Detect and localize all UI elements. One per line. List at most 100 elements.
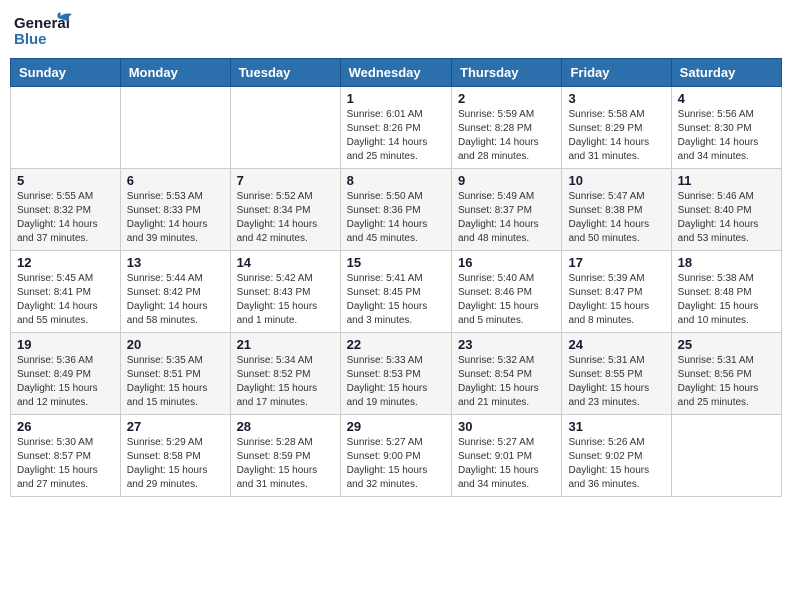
calendar-cell: 24 Sunrise: 5:31 AM Sunset: 8:55 PM Dayli… xyxy=(562,333,671,415)
logo: General Blue xyxy=(14,10,74,50)
day-number: 9 xyxy=(458,173,555,188)
day-info: Sunrise: 5:31 AM Sunset: 8:55 PM Dayligh… xyxy=(568,354,664,410)
day-info: Sunrise: 5:59 AM Sunset: 8:28 PM Dayligh… xyxy=(458,108,555,164)
calendar-cell xyxy=(230,87,340,169)
weekday-header-sunday: Sunday xyxy=(11,59,121,87)
calendar-cell: 9 Sunrise: 5:49 AM Sunset: 8:37 PM Daylig… xyxy=(452,169,562,251)
calendar-cell: 13Sunrise: 5:44 AM Sunset: 8:42 PM Dayli… xyxy=(120,251,230,333)
day-number: 17 xyxy=(568,255,664,270)
day-number: 18 xyxy=(678,255,775,270)
day-number: 11 xyxy=(678,173,775,188)
day-info: Sunrise: 5:27 AM Sunset: 9:01 PM Dayligh… xyxy=(458,436,555,492)
calendar-cell: 28 Sunrise: 5:28 AM Sunset: 8:59 PM Dayli… xyxy=(230,415,340,497)
day-number: 25 xyxy=(678,337,775,352)
day-info: Sunrise: 5:50 AM Sunset: 8:36 PM Dayligh… xyxy=(347,190,445,246)
day-number: 21 xyxy=(237,337,334,352)
day-info: Sunrise: 5:58 AM Sunset: 8:29 PM Dayligh… xyxy=(568,108,664,164)
calendar-cell: 5 Sunrise: 5:55 AM Sunset: 8:32 PM Daylig… xyxy=(11,169,121,251)
day-number: 19 xyxy=(17,337,114,352)
day-info: Sunrise: 5:42 AM Sunset: 8:43 PM Dayligh… xyxy=(237,272,334,328)
calendar-cell: 3 Sunrise: 5:58 AM Sunset: 8:29 PM Daylig… xyxy=(562,87,671,169)
calendar-cell: 6Sunrise: 5:53 AM Sunset: 8:33 PM Daylig… xyxy=(120,169,230,251)
calendar-cell: 18 Sunrise: 5:38 AM Sunset: 8:48 PM Dayli… xyxy=(671,251,781,333)
calendar-cell: 15 Sunrise: 5:41 AM Sunset: 8:45 PM Dayli… xyxy=(340,251,451,333)
day-number: 16 xyxy=(458,255,555,270)
calendar-cell: 4 Sunrise: 5:56 AM Sunset: 8:30 PM Daylig… xyxy=(671,87,781,169)
calendar-table: SundayMondayTuesdayWednesdayThursdayFrid… xyxy=(10,58,782,497)
day-info: Sunrise: 5:33 AM Sunset: 8:53 PM Dayligh… xyxy=(347,354,445,410)
calendar-cell: 22 Sunrise: 5:33 AM Sunset: 8:53 PM Dayli… xyxy=(340,333,451,415)
day-number: 24 xyxy=(568,337,664,352)
weekday-header-wednesday: Wednesday xyxy=(340,59,451,87)
day-number: 15 xyxy=(347,255,445,270)
day-number: 5 xyxy=(17,173,114,188)
logo-icon: General Blue xyxy=(14,10,74,50)
day-info: Sunrise: 5:34 AM Sunset: 8:52 PM Dayligh… xyxy=(237,354,334,410)
day-number: 7 xyxy=(237,173,334,188)
day-info: Sunrise: 5:44 AM Sunset: 8:42 PM Dayligh… xyxy=(127,272,224,328)
calendar-cell: 27 Sunrise: 5:29 AM Sunset: 8:58 PM Dayli… xyxy=(120,415,230,497)
day-info: Sunrise: 5:46 AM Sunset: 8:40 PM Dayligh… xyxy=(678,190,775,246)
day-info: Sunrise: 5:45 AM Sunset: 8:41 PM Dayligh… xyxy=(17,272,114,328)
day-number: 14 xyxy=(237,255,334,270)
day-info: Sunrise: 5:53 AM Sunset: 8:33 PM Dayligh… xyxy=(127,190,224,246)
day-number: 29 xyxy=(347,419,445,434)
day-info: Sunrise: 5:39 AM Sunset: 8:47 PM Dayligh… xyxy=(568,272,664,328)
calendar-week-3: 12 Sunrise: 5:45 AM Sunset: 8:41 PM Dayli… xyxy=(11,251,782,333)
calendar-week-1: 1 Sunrise: 6:01 AM Sunset: 8:26 PM Daylig… xyxy=(11,87,782,169)
calendar-cell: 23Sunrise: 5:32 AM Sunset: 8:54 PM Dayli… xyxy=(452,333,562,415)
calendar-cell: 11 Sunrise: 5:46 AM Sunset: 8:40 PM Dayli… xyxy=(671,169,781,251)
calendar-cell: 19 Sunrise: 5:36 AM Sunset: 8:49 PM Dayli… xyxy=(11,333,121,415)
day-info: Sunrise: 5:36 AM Sunset: 8:49 PM Dayligh… xyxy=(17,354,114,410)
page-header: General Blue xyxy=(10,10,782,50)
calendar-cell: 14 Sunrise: 5:42 AM Sunset: 8:43 PM Dayli… xyxy=(230,251,340,333)
day-number: 28 xyxy=(237,419,334,434)
day-info: Sunrise: 5:26 AM Sunset: 9:02 PM Dayligh… xyxy=(568,436,664,492)
calendar-cell: 26Sunrise: 5:30 AM Sunset: 8:57 PM Dayli… xyxy=(11,415,121,497)
day-number: 20 xyxy=(127,337,224,352)
day-number: 22 xyxy=(347,337,445,352)
day-info: Sunrise: 5:28 AM Sunset: 8:59 PM Dayligh… xyxy=(237,436,334,492)
weekday-header-monday: Monday xyxy=(120,59,230,87)
day-info: Sunrise: 6:01 AM Sunset: 8:26 PM Dayligh… xyxy=(347,108,445,164)
day-number: 4 xyxy=(678,91,775,106)
day-number: 31 xyxy=(568,419,664,434)
calendar-cell xyxy=(120,87,230,169)
day-info: Sunrise: 5:56 AM Sunset: 8:30 PM Dayligh… xyxy=(678,108,775,164)
weekday-header-friday: Friday xyxy=(562,59,671,87)
calendar-cell: 25 Sunrise: 5:31 AM Sunset: 8:56 PM Dayli… xyxy=(671,333,781,415)
day-number: 26 xyxy=(17,419,114,434)
calendar-cell: 2 Sunrise: 5:59 AM Sunset: 8:28 PM Daylig… xyxy=(452,87,562,169)
day-number: 10 xyxy=(568,173,664,188)
calendar-week-5: 26Sunrise: 5:30 AM Sunset: 8:57 PM Dayli… xyxy=(11,415,782,497)
day-number: 30 xyxy=(458,419,555,434)
day-number: 12 xyxy=(17,255,114,270)
day-info: Sunrise: 5:49 AM Sunset: 8:37 PM Dayligh… xyxy=(458,190,555,246)
calendar-cell: 1 Sunrise: 6:01 AM Sunset: 8:26 PM Daylig… xyxy=(340,87,451,169)
weekday-header-saturday: Saturday xyxy=(671,59,781,87)
day-number: 27 xyxy=(127,419,224,434)
day-number: 8 xyxy=(347,173,445,188)
day-info: Sunrise: 5:27 AM Sunset: 9:00 PM Dayligh… xyxy=(347,436,445,492)
day-info: Sunrise: 5:40 AM Sunset: 8:46 PM Dayligh… xyxy=(458,272,555,328)
day-info: Sunrise: 5:38 AM Sunset: 8:48 PM Dayligh… xyxy=(678,272,775,328)
calendar-cell: 16 Sunrise: 5:40 AM Sunset: 8:46 PM Dayli… xyxy=(452,251,562,333)
weekday-header-tuesday: Tuesday xyxy=(230,59,340,87)
calendar-cell xyxy=(11,87,121,169)
day-number: 2 xyxy=(458,91,555,106)
calendar-cell: 10Sunrise: 5:47 AM Sunset: 8:38 PM Dayli… xyxy=(562,169,671,251)
day-number: 1 xyxy=(347,91,445,106)
calendar-cell: 30 Sunrise: 5:27 AM Sunset: 9:01 PM Dayli… xyxy=(452,415,562,497)
calendar-week-4: 19 Sunrise: 5:36 AM Sunset: 8:49 PM Dayli… xyxy=(11,333,782,415)
day-info: Sunrise: 5:32 AM Sunset: 8:54 PM Dayligh… xyxy=(458,354,555,410)
calendar-cell: 17 Sunrise: 5:39 AM Sunset: 8:47 PM Dayli… xyxy=(562,251,671,333)
weekday-header-row: SundayMondayTuesdayWednesdayThursdayFrid… xyxy=(11,59,782,87)
day-info: Sunrise: 5:31 AM Sunset: 8:56 PM Dayligh… xyxy=(678,354,775,410)
day-info: Sunrise: 5:41 AM Sunset: 8:45 PM Dayligh… xyxy=(347,272,445,328)
weekday-header-thursday: Thursday xyxy=(452,59,562,87)
calendar-cell: 12 Sunrise: 5:45 AM Sunset: 8:41 PM Dayli… xyxy=(11,251,121,333)
day-info: Sunrise: 5:29 AM Sunset: 8:58 PM Dayligh… xyxy=(127,436,224,492)
day-number: 3 xyxy=(568,91,664,106)
calendar-week-2: 5 Sunrise: 5:55 AM Sunset: 8:32 PM Daylig… xyxy=(11,169,782,251)
day-info: Sunrise: 5:55 AM Sunset: 8:32 PM Dayligh… xyxy=(17,190,114,246)
